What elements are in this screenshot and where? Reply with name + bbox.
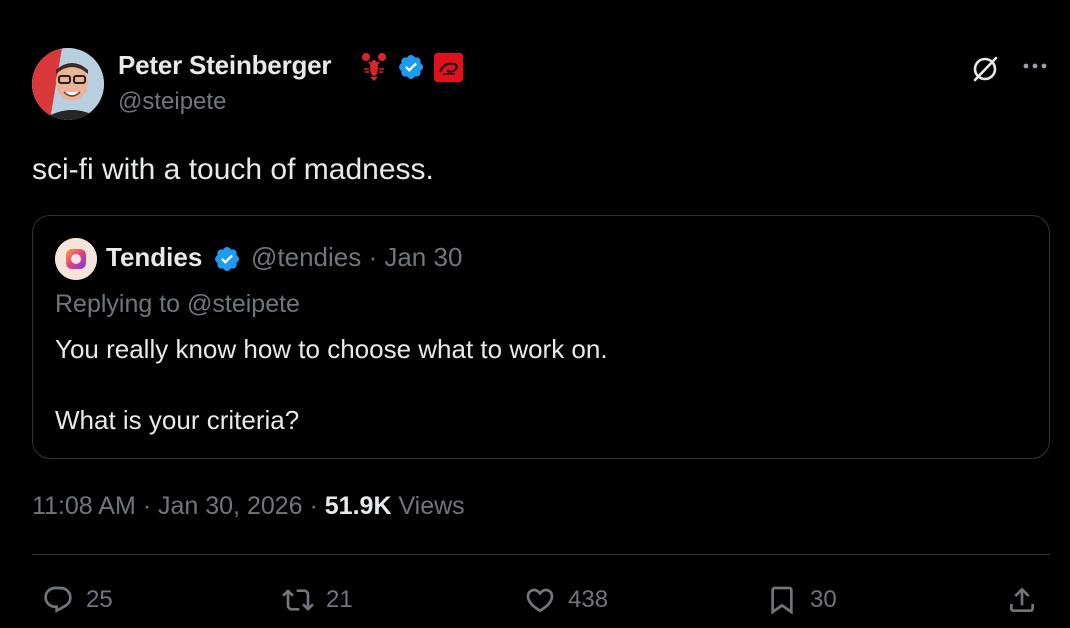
quoted-replying-to: Replying to @steipete [55, 290, 300, 318]
bookmark-icon [771, 586, 793, 615]
lobster-emoji-icon [362, 53, 386, 81]
tweet-text: sci-fi with a touch of madness. [32, 153, 434, 186]
share-icon [1010, 587, 1034, 612]
author-name[interactable]: Peter Steinberger [118, 50, 332, 81]
quoted-handle-date[interactable]: @tendies · Jan 30 [251, 242, 462, 273]
author-avatar[interactable] [32, 48, 104, 120]
views-label: Views [391, 492, 465, 520]
like-count: 438 [568, 586, 609, 613]
quoted-text-line: You really know how to choose what to wo… [55, 334, 608, 364]
verified-badge-icon[interactable] [397, 53, 425, 81]
quoted-author-avatar[interactable] [55, 238, 97, 280]
verified-badge-icon [215, 247, 239, 271]
quoted-text-line: What is your criteria? [55, 405, 300, 435]
affiliate-badge-icon[interactable] [434, 53, 463, 82]
tweet-meta: 11:08 AM · Jan 30, 2026 · 51.9K Views [32, 492, 465, 521]
author-handle[interactable]: @steipete [118, 88, 226, 116]
like-button[interactable]: 438 [524, 580, 608, 620]
more-icon[interactable] [1018, 52, 1052, 82]
views-count: 51.9K [324, 492, 392, 520]
bookmark-count: 30 [810, 586, 837, 613]
share-button[interactable] [1006, 580, 1038, 620]
repost-icon [282, 589, 314, 611]
grok-icon[interactable] [968, 52, 1002, 86]
tweet-timestamp[interactable]: 11:08 AM · Jan 30, 2026 · [32, 492, 325, 520]
bookmark-button[interactable]: 30 [766, 580, 837, 620]
repost-count: 21 [326, 586, 353, 613]
reply-icon [44, 586, 72, 613]
reply-count: 25 [86, 586, 113, 613]
divider [32, 554, 1050, 555]
like-icon [526, 588, 554, 613]
quoted-author-name[interactable]: Tendies [106, 242, 202, 273]
repost-button[interactable]: 21 [282, 580, 353, 620]
reply-button[interactable]: 25 [42, 580, 113, 620]
